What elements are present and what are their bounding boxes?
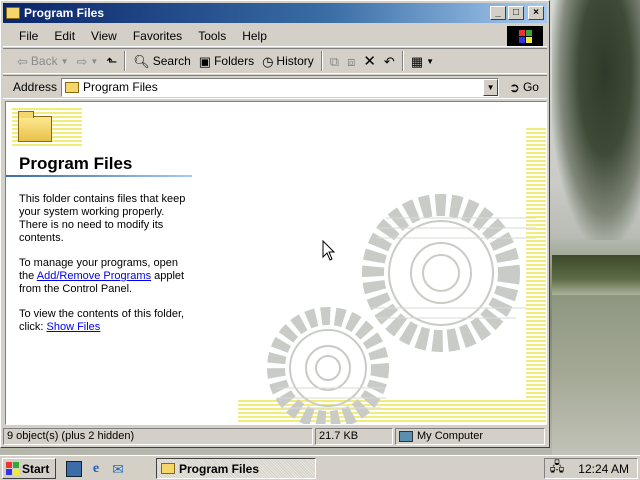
menu-view[interactable]: View	[83, 26, 125, 46]
back-button[interactable]: ⇦ Back ▼	[13, 50, 73, 72]
menu-file[interactable]: File	[11, 26, 46, 46]
search-button[interactable]: 🔍︎ Search	[129, 50, 195, 72]
folder-icon	[18, 111, 52, 142]
copy-to-button[interactable]: ⧈	[343, 50, 359, 72]
toolbar-separator	[320, 51, 323, 71]
forward-button[interactable]: ⇨ ▼	[73, 50, 103, 72]
heading-divider	[6, 175, 192, 177]
folder-view[interactable]: Program Files This folder contains files…	[5, 101, 547, 425]
standard-toolbar: ⇦ Back ▼ ⇨ ▼ ⬑ 🔍︎ Search ▣ Folders ◷ His…	[3, 48, 547, 74]
history-label: History	[276, 54, 314, 68]
undo-icon: ↶	[383, 53, 395, 69]
views-icon: ▦	[410, 53, 424, 69]
forward-arrow-icon: ⇨	[76, 53, 88, 69]
window-controls: _ □ ×	[488, 6, 544, 20]
my-computer-icon	[399, 430, 413, 442]
undo-button[interactable]: ↶	[380, 50, 399, 72]
maximize-button[interactable]: □	[508, 6, 524, 20]
menu-help[interactable]: Help	[234, 26, 275, 46]
go-button[interactable]: ➲ Go	[509, 80, 539, 94]
views-button[interactable]: ▦ ▼	[407, 50, 438, 72]
close-button[interactable]: ×	[528, 6, 544, 20]
start-button[interactable]: Start	[2, 458, 56, 479]
back-arrow-icon: ⇦	[17, 53, 28, 69]
zone-label: My Computer	[417, 430, 484, 442]
status-bar: 9 object(s) (plus 2 hidden) 21.7 KB My C…	[3, 427, 547, 445]
network-icon[interactable]: 🖧︎	[550, 458, 565, 480]
up-folder-button[interactable]: ⬑	[102, 50, 121, 72]
search-icon: 🔍︎	[133, 53, 150, 69]
explorer-window: Program Files _ □ × File Edit View Favor…	[0, 0, 550, 448]
address-dropdown-button[interactable]: ▼	[483, 78, 499, 96]
back-label: Back	[30, 54, 58, 68]
minimize-button[interactable]: _	[490, 6, 506, 20]
folders-icon: ▣	[198, 53, 212, 69]
status-zone: My Computer	[395, 427, 545, 445]
status-object-count: 9 object(s) (plus 2 hidden)	[3, 427, 313, 445]
chevron-down-icon: ▼	[90, 56, 99, 66]
paragraph-text: To view the contents of this folder, cli…	[19, 308, 185, 333]
taskbar: Start e ✉ Program Files 🖧︎ 12:24 AM	[0, 455, 640, 480]
title-bar[interactable]: Program Files _ □ ×	[3, 3, 547, 23]
info-paragraph: This folder contains files that keep you…	[19, 193, 186, 244]
chevron-down-icon: ▼	[60, 56, 69, 66]
address-bar: Address Program Files ▼ ➲ Go	[3, 75, 547, 99]
windows-logo-icon	[507, 26, 543, 46]
menu-tools[interactable]: Tools	[190, 26, 234, 46]
go-arrow-icon: ➲	[509, 79, 520, 95]
show-files-link[interactable]: Show Files	[47, 321, 101, 333]
chevron-down-icon: ▼	[426, 56, 435, 66]
folder-icon	[65, 81, 80, 93]
internet-explorer-icon[interactable]: e	[88, 461, 104, 477]
task-label: Program Files	[179, 461, 260, 476]
menu-bar: File Edit View Favorites Tools Help	[3, 25, 547, 47]
search-label: Search	[152, 54, 191, 68]
up-folder-icon: ⬑	[106, 53, 118, 69]
folder-icon	[6, 7, 20, 19]
history-button[interactable]: ◷ History	[258, 50, 318, 72]
desktop-treeline	[552, 255, 640, 295]
start-label: Start	[22, 461, 50, 476]
address-label: Address	[13, 80, 58, 94]
address-value: Program Files	[83, 80, 158, 94]
system-tray: 🖧︎ 12:24 AM	[544, 458, 638, 479]
delete-icon: ✕	[363, 52, 376, 70]
add-remove-programs-link[interactable]: Add/Remove Programs	[37, 270, 151, 282]
windows-logo-icon	[6, 462, 19, 475]
copy-to-icon: ⧈	[347, 53, 356, 69]
clock[interactable]: 12:24 AM	[578, 462, 629, 476]
desktop-tree	[552, 0, 640, 240]
toolbar-separator	[124, 51, 127, 71]
show-desktop-icon[interactable]	[66, 460, 82, 477]
status-size: 21.7 KB	[315, 427, 393, 445]
folder-icon	[161, 463, 175, 474]
folders-button[interactable]: ▣ Folders	[195, 50, 258, 72]
toolbar-separator	[401, 51, 404, 71]
mouse-cursor-icon	[322, 240, 336, 261]
window-title: Program Files	[24, 6, 105, 20]
folder-heading: Program Files	[19, 154, 133, 173]
outlook-express-icon[interactable]: ✉	[110, 461, 126, 477]
move-to-icon: ⧉	[329, 53, 340, 69]
taskbar-program-files[interactable]: Program Files	[156, 458, 316, 479]
info-paragraph: To view the contents of this folder, cli…	[19, 308, 194, 334]
address-input[interactable]: Program Files ▼	[61, 77, 500, 97]
delete-button[interactable]: ✕	[359, 50, 380, 72]
info-paragraph: To manage your programs, open the Add/Re…	[19, 257, 194, 296]
menu-favorites[interactable]: Favorites	[125, 26, 190, 46]
desktop-field	[552, 295, 640, 455]
folders-label: Folders	[214, 54, 255, 68]
gears-watermark	[267, 194, 536, 424]
go-label: Go	[522, 80, 539, 94]
history-icon: ◷	[262, 53, 274, 69]
move-to-button[interactable]: ⧉	[326, 50, 343, 72]
quick-launch: e ✉	[66, 459, 126, 478]
menu-edit[interactable]: Edit	[46, 26, 83, 46]
